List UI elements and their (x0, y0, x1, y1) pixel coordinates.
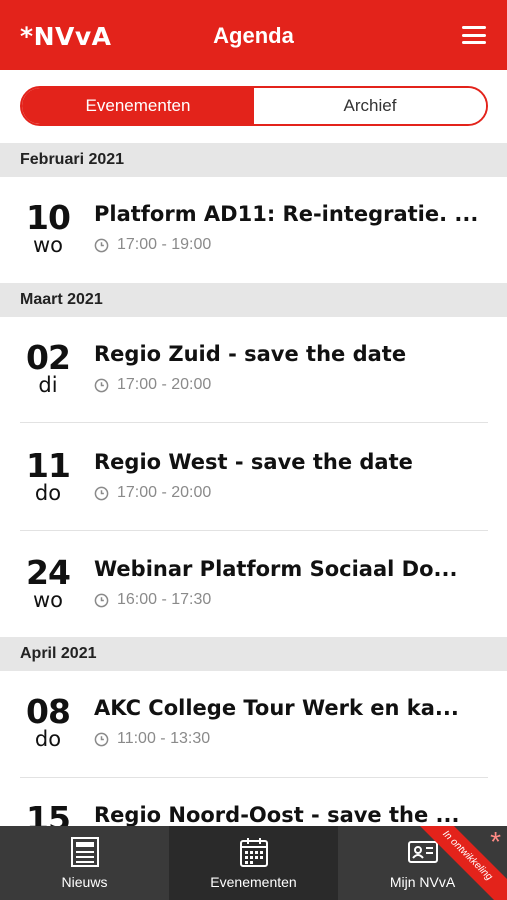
event-title: Webinar Platform Sociaal Do... (94, 557, 458, 581)
event-weekday: wo (32, 588, 64, 612)
bottom-nav: Nieuws Evenementen Mijn NVvA In ontwikke… (0, 826, 507, 900)
tab-evenementen[interactable]: Evenementen (22, 88, 254, 124)
section-header-month: Maart 2021 (0, 283, 507, 317)
nav-item-mijn-nvva[interactable]: Mijn NVvA In ontwikkeling * (338, 826, 507, 900)
hamburger-menu-icon[interactable] (462, 26, 486, 44)
event-date: 08 do (20, 692, 76, 751)
event-time-text: 17:00 - 20:00 (117, 484, 212, 501)
section-header-month: April 2021 (0, 637, 507, 671)
asterisk-icon: * (490, 826, 501, 857)
event-title: Regio Noord-Oost - save the ... (94, 803, 460, 826)
nav-label: Mijn NVvA (389, 874, 456, 890)
event-day: 11 (26, 446, 71, 485)
event-time-text: 11:00 - 13:30 (117, 730, 211, 747)
event-time-text: 16:00 - 17:30 (117, 591, 212, 608)
newspaper-icon (70, 837, 99, 867)
divider (20, 530, 488, 531)
event-title: Regio Zuid - save the date (94, 342, 407, 366)
event-weekday: di (38, 373, 58, 397)
event-item[interactable]: 08 do AKC College Tour Werk en ka... 11:… (0, 692, 507, 802)
clock-icon (94, 732, 109, 746)
event-title: Platform AD11: Re-integratie. ... (94, 202, 479, 226)
event-time: 11:00 - 13:30 (94, 730, 210, 748)
event-weekday: do (34, 481, 62, 505)
page-title: Agenda (213, 23, 294, 48)
clock-icon (94, 593, 109, 607)
app-header: *NVvA Agenda (0, 0, 507, 70)
divider (20, 777, 488, 778)
nav-label: Nieuws (61, 874, 108, 890)
event-time: 17:00 - 20:00 (94, 376, 211, 394)
event-time: 17:00 - 19:00 (94, 236, 211, 254)
event-day: 08 (26, 692, 71, 731)
nav-item-evenementen[interactable]: Evenementen (169, 826, 338, 900)
event-time: 17:00 - 20:00 (94, 484, 211, 502)
event-title: Regio West - save the date (94, 450, 413, 474)
event-time: 16:00 - 17:30 (94, 591, 211, 609)
event-weekday: do (34, 727, 62, 751)
clock-icon (94, 378, 109, 392)
event-day: 24 (26, 553, 71, 592)
event-title: AKC College Tour Werk en ka... (94, 696, 459, 720)
id-card-icon (407, 841, 438, 863)
divider (20, 422, 488, 423)
tab-archief[interactable]: Archief (254, 88, 486, 124)
nav-item-nieuws[interactable]: Nieuws (0, 826, 169, 900)
clock-icon (94, 486, 109, 500)
clock-icon (94, 238, 109, 252)
segmented-control: Evenementen Archief (20, 86, 488, 126)
event-date: 24 wo (20, 553, 76, 612)
calendar-icon (239, 838, 268, 867)
event-day: 10 (26, 198, 71, 237)
event-time-text: 17:00 - 19:00 (117, 236, 212, 253)
event-item[interactable]: 15 Regio Noord-Oost - save the ... (0, 803, 507, 826)
event-date: 11 do (20, 446, 76, 505)
event-date: 15 (20, 803, 76, 826)
event-weekday: wo (32, 233, 64, 257)
event-item[interactable]: 02 di Regio Zuid - save the date 17:00 -… (0, 338, 507, 448)
event-day: 15 (26, 803, 71, 826)
event-day: 02 (26, 338, 71, 377)
nav-label: Evenementen (210, 874, 297, 890)
section-header-month: Februari 2021 (0, 143, 507, 177)
event-date: 02 di (20, 338, 76, 397)
event-item[interactable]: 11 do Regio West - save the date 17:00 -… (0, 446, 507, 556)
event-time-text: 17:00 - 20:00 (117, 376, 212, 393)
event-date: 10 wo (20, 198, 76, 257)
